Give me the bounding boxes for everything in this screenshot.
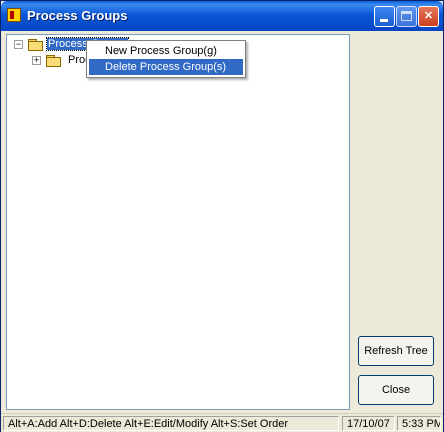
collapse-icon[interactable]: −	[14, 40, 23, 49]
menu-item-new-process-group[interactable]: New Process Group(g)	[89, 43, 243, 59]
process-groups-window: Process Groups ✕ − Process Groups + Proc…	[0, 0, 444, 432]
status-date: 17/10/07	[342, 416, 395, 431]
menu-item-delete-process-group[interactable]: Delete Process Group(s)	[89, 59, 243, 75]
close-icon: ✕	[423, 10, 434, 22]
window-title: Process Groups	[27, 8, 128, 23]
close-window-button[interactable]: ✕	[418, 6, 439, 27]
process-group-tree[interactable]: − Process Groups + Process Group	[6, 34, 350, 410]
context-menu: New Process Group(g) Delete Process Grou…	[86, 40, 246, 78]
folder-icon	[46, 55, 62, 67]
refresh-tree-button[interactable]: Refresh Tree	[358, 336, 434, 366]
maximize-button[interactable]	[396, 6, 417, 27]
maximize-icon	[401, 11, 412, 21]
close-button[interactable]: Close	[358, 375, 434, 405]
minimize-icon	[380, 19, 388, 22]
status-time: 5:33 PM	[397, 416, 441, 431]
expand-icon[interactable]: +	[32, 56, 41, 65]
status-shortcuts: Alt+A:Add Alt+D:Delete Alt+E:Edit/Modify…	[3, 416, 339, 431]
title-bar[interactable]: Process Groups ✕	[1, 1, 443, 31]
status-bar: Alt+A:Add Alt+D:Delete Alt+E:Edit/Modify…	[1, 413, 443, 432]
app-icon[interactable]	[7, 8, 21, 22]
open-folder-icon	[28, 39, 44, 51]
minimize-button[interactable]	[374, 6, 395, 27]
